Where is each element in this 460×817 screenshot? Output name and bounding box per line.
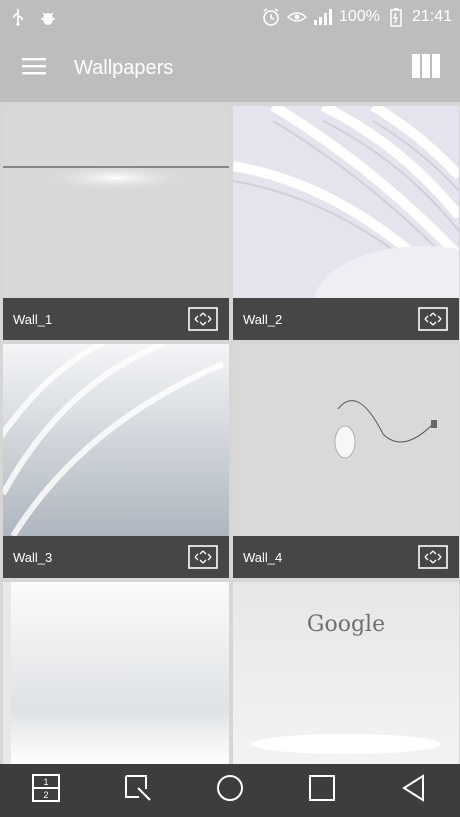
fullscreen-icon[interactable] [187, 544, 219, 570]
usb-icon [8, 7, 28, 27]
page-title: Wallpapers [74, 56, 174, 79]
wallpaper-card[interactable] [3, 582, 229, 764]
capture-button[interactable] [116, 769, 160, 813]
fullscreen-icon[interactable] [417, 544, 449, 570]
google-logo: Google [306, 612, 386, 637]
alarm-icon [261, 7, 281, 27]
battery-icon [386, 7, 406, 27]
home-icon [215, 773, 245, 808]
wallpaper-thumbnail [233, 344, 459, 536]
status-right: 100% 21:41 [261, 7, 452, 27]
dual-window-button[interactable]: 12 [24, 769, 68, 813]
eye-icon [287, 7, 308, 27]
status-bar: 100% 21:41 [0, 0, 460, 34]
wallpaper-caption: Wall_3 [3, 536, 229, 578]
dual-window-icon: 12 [31, 773, 61, 808]
grid-layout-icon [412, 53, 440, 83]
navigation-bar: 12 [0, 764, 460, 817]
hamburger-menu-icon [21, 56, 47, 81]
svg-text:1: 1 [43, 777, 48, 787]
debug-bug-icon [38, 7, 58, 27]
wallpaper-card[interactable]: Wall_4 [233, 344, 459, 578]
fullscreen-icon[interactable] [417, 306, 449, 332]
wallpaper-grid: Wall_1 Wall_2 Wall_3 Wall_4 Google [0, 104, 460, 764]
wallpaper-caption: Wall_4 [233, 536, 459, 578]
wallpaper-thumbnail: Google [233, 582, 459, 764]
fullscreen-icon[interactable] [187, 306, 219, 332]
svg-text:2: 2 [43, 790, 48, 800]
wallpaper-card[interactable]: Wall_3 [3, 344, 229, 578]
home-button[interactable] [208, 769, 252, 813]
recents-button[interactable] [300, 769, 344, 813]
layout-toggle-button[interactable] [406, 48, 446, 88]
wallpaper-label: Wall_2 [243, 311, 283, 327]
status-left [8, 7, 58, 27]
battery-percent: 100% [339, 8, 380, 25]
wallpaper-card[interactable]: Google [233, 582, 459, 764]
wallpaper-thumbnail [3, 344, 229, 538]
wallpaper-thumbnail [3, 582, 229, 764]
wallpaper-label: Wall_4 [243, 549, 283, 565]
wallpaper-label: Wall_1 [13, 311, 53, 327]
wallpaper-card[interactable]: Wall_2 [233, 106, 459, 340]
capture-icon [123, 773, 153, 808]
signal-icon [313, 7, 333, 27]
back-button[interactable] [392, 769, 436, 813]
app-bar: Wallpapers [0, 34, 460, 102]
wallpaper-card[interactable]: Wall_1 [3, 106, 229, 340]
menu-button[interactable] [14, 48, 54, 88]
back-icon [399, 773, 429, 808]
status-time: 21:41 [411, 8, 452, 25]
wallpaper-thumbnail [3, 106, 229, 298]
wallpaper-caption: Wall_2 [233, 298, 459, 340]
wallpaper-thumbnail [233, 106, 459, 340]
wallpaper-label: Wall_3 [13, 549, 53, 565]
wallpaper-caption: Wall_1 [3, 298, 229, 340]
recents-icon [307, 773, 337, 808]
